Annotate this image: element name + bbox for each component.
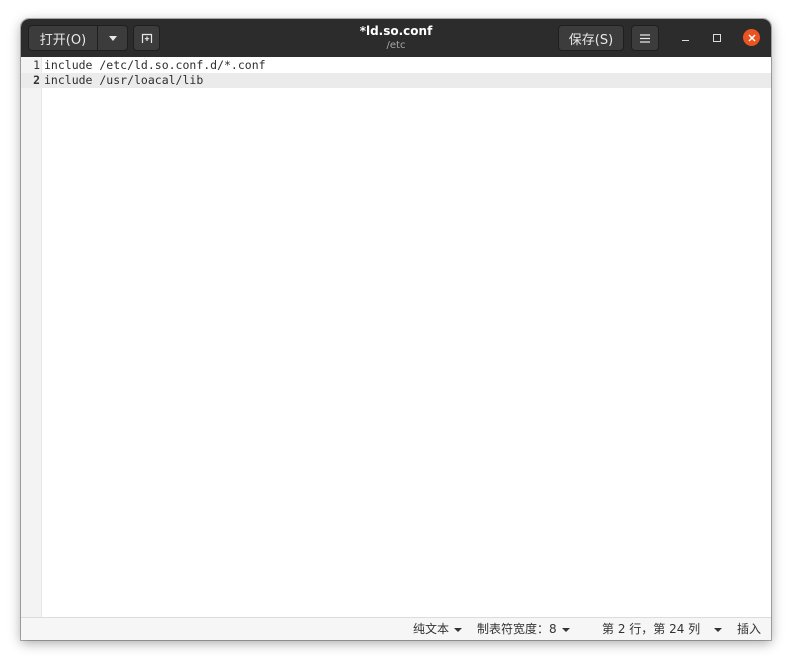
status-bar: 纯文本 制表符宽度：8 第 2 行，第 24 列 插入 (21, 617, 771, 640)
open-menu-button[interactable] (97, 25, 128, 51)
save-button-label: 保存(S) (568, 32, 614, 48)
new-tab-button[interactable] (133, 25, 160, 51)
minimize-button[interactable] (677, 30, 693, 46)
tab-width-label: 制表符宽度：8 (477, 622, 557, 636)
line-number: 2 (33, 73, 40, 87)
line-number: 1 (33, 58, 40, 72)
new-tab-icon (141, 33, 152, 43)
line-text[interactable]: include /etc/ld.so.conf.d/*.conf (44, 58, 266, 73)
minimize-icon (681, 40, 689, 41)
editor-line[interactable]: 1 include /etc/ld.so.conf.d/*.conf (21, 58, 771, 73)
hamburger-menu-icon (640, 33, 650, 43)
open-button-label: 打开(O) (39, 32, 87, 48)
maximize-icon (713, 34, 721, 42)
insert-mode-label: 插入 (737, 622, 762, 636)
line-number-gutter (21, 57, 42, 617)
language-selector[interactable]: 纯文本 (413, 622, 463, 637)
open-button[interactable]: 打开(O) (28, 25, 98, 51)
close-button[interactable] (743, 29, 760, 46)
text-editor-window: 打开(O) *ld.so.conf /etc 保存(S) 1 include /… (21, 19, 771, 640)
tab-width-selector[interactable]: 制表符宽度：8 (477, 622, 570, 637)
window-title: *ld.so.conf (359, 24, 433, 38)
chevron-down-icon (714, 627, 723, 632)
cursor-position-label: 第 2 行，第 24 列 (602, 622, 701, 636)
chevron-down-icon (108, 35, 117, 41)
line-text[interactable]: include /usr/loacal/lib (44, 73, 203, 88)
menu-button[interactable] (631, 25, 659, 51)
window-title-block: *ld.so.conf /etc (296, 24, 496, 52)
insert-mode-indicator[interactable]: 插入 (737, 622, 761, 637)
window-subtitle: /etc (386, 40, 406, 51)
cursor-position-selector[interactable]: 第 2 行，第 24 列 (602, 622, 723, 637)
maximize-button[interactable] (709, 30, 725, 46)
close-icon (747, 33, 756, 42)
editor-line-current[interactable]: 2 include /usr/loacal/lib (21, 73, 771, 88)
chevron-down-icon (454, 627, 463, 632)
chevron-down-icon (561, 627, 570, 632)
save-button[interactable]: 保存(S) (558, 25, 624, 51)
language-label: 纯文本 (413, 622, 450, 636)
text-editor-area[interactable]: 1 include /etc/ld.so.conf.d/*.conf 2 inc… (21, 57, 771, 617)
header-bar: 打开(O) *ld.so.conf /etc 保存(S) (21, 19, 771, 57)
